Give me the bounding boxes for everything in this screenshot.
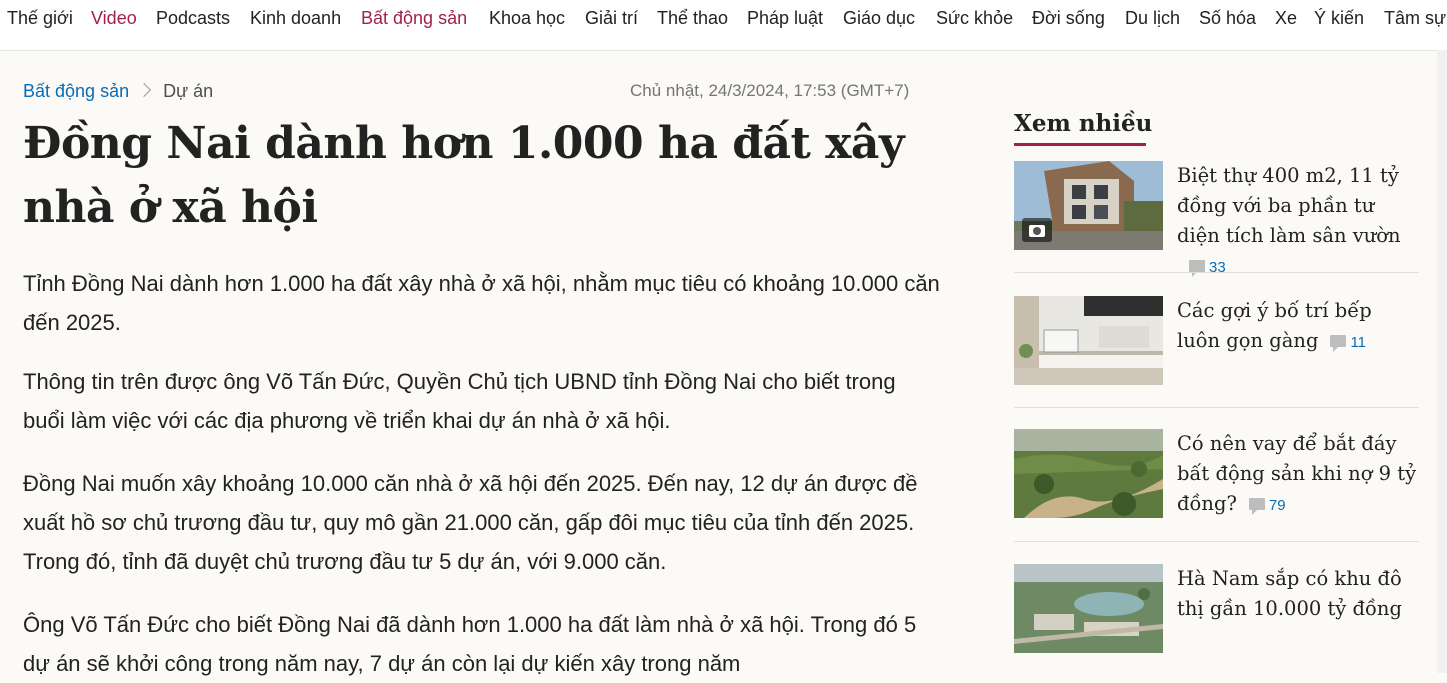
kitchen-thumbnail[interactable] xyxy=(1014,296,1163,385)
urban-area-thumbnail[interactable] xyxy=(1014,564,1163,653)
nav-item-khoa-hoc[interactable]: Khoa học xyxy=(489,6,565,30)
villa-thumbnail[interactable] xyxy=(1014,161,1163,250)
breadcrumb-subsection-link[interactable]: Dự án xyxy=(163,81,213,101)
nav-item-the-gioi[interactable]: Thế giới xyxy=(7,6,73,30)
nav-item-suc-khoe[interactable]: Sức khỏe xyxy=(936,6,1013,30)
nav-item-the-thao[interactable]: Thể thao xyxy=(657,6,728,30)
most-viewed-title[interactable]: Các gợi ý bố trí bếp luôn gọn gàng 11 xyxy=(1177,296,1417,358)
comment-count[interactable]: 79 xyxy=(1237,492,1286,515)
comment-count[interactable]: 11 xyxy=(1318,329,1366,352)
most-viewed-item[interactable]: Hà Nam sắp có khu đô thị gần 10.000 tỷ đ… xyxy=(1014,564,1419,654)
aerial-land-thumbnail[interactable] xyxy=(1014,429,1163,518)
divider xyxy=(1014,272,1419,273)
most-viewed-item[interactable]: Có nên vay để bắt đáy bất động sản khi n… xyxy=(1014,429,1419,519)
breadcrumb-section-link[interactable]: Bất động sản xyxy=(23,81,129,101)
nav-item-kinh-doanh[interactable]: Kinh doanh xyxy=(250,6,341,30)
scrollbar[interactable] xyxy=(1437,50,1447,673)
nav-item-so-hoa[interactable]: Số hóa xyxy=(1199,6,1256,30)
nav-item-bat-dong-san[interactable]: Bất động sản xyxy=(361,6,467,30)
most-viewed-title[interactable]: Hà Nam sắp có khu đô thị gần 10.000 tỷ đ… xyxy=(1177,564,1417,624)
article-title: Đồng Nai dành hơn 1.000 ha đất xây nhà ở… xyxy=(23,118,905,233)
nav-item-podcasts[interactable]: Podcasts xyxy=(156,6,230,30)
camera-icon xyxy=(1022,218,1052,242)
nav-item-video[interactable]: Video xyxy=(91,6,137,30)
most-viewed-title[interactable]: Biệt thự 400 m2, 11 tỷ đồng với ba phần … xyxy=(1177,161,1417,283)
top-navigation: Thế giới Video Podcasts Kinh doanh Bất đ… xyxy=(0,0,1447,51)
nav-item-giao-duc[interactable]: Giáo dục xyxy=(843,6,915,30)
nav-item-xe[interactable]: Xe xyxy=(1275,6,1297,30)
most-viewed-heading: Xem nhiều xyxy=(1014,110,1153,137)
heading-underline xyxy=(1014,143,1146,146)
divider xyxy=(1014,541,1419,542)
nav-item-tam-su[interactable]: Tâm sự xyxy=(1384,6,1446,30)
article-datetime: Chủ nhật, 24/3/2024, 17:53 (GMT+7) xyxy=(630,81,910,100)
nav-item-doi-song[interactable]: Đời sống xyxy=(1032,6,1105,30)
most-viewed-item[interactable]: Các gợi ý bố trí bếp luôn gọn gàng 11 xyxy=(1014,296,1419,386)
nav-item-du-lich[interactable]: Du lịch xyxy=(1125,6,1180,30)
nav-item-y-kien[interactable]: Ý kiến xyxy=(1314,6,1364,30)
article-paragraph: Thông tin trên được ông Võ Tấn Đức, Quyề… xyxy=(23,369,896,433)
comment-icon xyxy=(1330,335,1347,352)
most-viewed-item[interactable]: Biệt thự 400 m2, 11 tỷ đồng với ba phần … xyxy=(1014,161,1419,277)
chevron-right-icon xyxy=(137,82,152,98)
divider xyxy=(1014,407,1419,408)
article-paragraph: Tỉnh Đồng Nai dành hơn 1.000 ha đất xây … xyxy=(23,271,940,335)
article-paragraph: Đồng Nai muốn xây khoảng 10.000 căn nhà … xyxy=(23,471,918,574)
comment-count[interactable]: 33 xyxy=(1177,254,1226,277)
comment-icon xyxy=(1189,260,1205,277)
nav-item-phap-luat[interactable]: Pháp luật xyxy=(747,6,823,30)
breadcrumb: Bất động sản Dự án xyxy=(23,79,213,103)
most-viewed-title[interactable]: Có nên vay để bắt đáy bất động sản khi n… xyxy=(1177,429,1417,521)
nav-item-giai-tri[interactable]: Giải trí xyxy=(585,6,638,30)
comment-icon xyxy=(1248,498,1265,515)
article-paragraph: Ông Võ Tấn Đức cho biết Đồng Nai đã dành… xyxy=(23,612,917,676)
